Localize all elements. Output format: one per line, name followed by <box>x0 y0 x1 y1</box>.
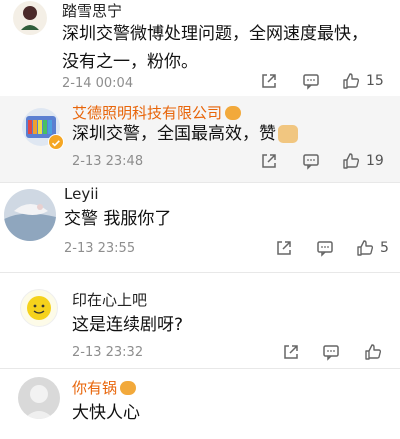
comment-item: 你有锅 大快人心 <box>0 368 400 439</box>
comment-button[interactable] <box>322 343 340 361</box>
like-count: 5 <box>380 240 389 256</box>
comment-icon <box>303 74 319 90</box>
comment-text: 交警 我服你了 <box>64 209 172 229</box>
share-icon <box>262 154 276 168</box>
user-avatar[interactable] <box>20 289 58 327</box>
share-icon <box>277 241 291 255</box>
vip-crown-icon <box>120 380 137 395</box>
like-icon <box>365 344 382 360</box>
comment-time: 2-13 23:48 <box>72 154 144 169</box>
comment-time: 2-14 00:04 <box>62 76 134 91</box>
user-avatar[interactable] <box>12 0 48 36</box>
comment-text: 深圳交警，全国最高效，赞 <box>72 120 382 148</box>
comment-text: 大快人心 <box>72 403 140 423</box>
share-button[interactable] <box>260 152 278 170</box>
comment-icon <box>323 345 339 361</box>
like-button[interactable] <box>364 343 382 361</box>
username[interactable]: 你有锅 <box>72 377 137 398</box>
user-avatar[interactable] <box>18 377 60 419</box>
share-button[interactable] <box>260 72 278 90</box>
like-button[interactable]: 19 <box>342 152 384 170</box>
share-icon <box>262 74 276 88</box>
like-count: 15 <box>366 73 384 89</box>
user-avatar[interactable] <box>4 189 56 241</box>
username-text: 你有锅 <box>72 379 118 397</box>
comment-button[interactable] <box>302 152 320 170</box>
thumbs-up-emoji-icon <box>278 125 298 143</box>
like-count: 19 <box>366 153 384 169</box>
like-icon <box>343 153 360 169</box>
username[interactable]: Leyii <box>64 185 99 203</box>
username[interactable]: 印在心上吧 <box>72 289 147 310</box>
comment-text: 深圳交警微博处理问题，全网速度最快，没有之一，粉你。 <box>62 24 368 72</box>
like-button[interactable]: 15 <box>342 72 384 90</box>
like-button[interactable]: 5 <box>356 239 389 257</box>
username[interactable]: 踏雪思宁 <box>62 0 122 21</box>
comment-item: 艾德照明科技有限公司 深圳交警，全国最高效，赞 2-13 23:48 19 <box>0 96 400 182</box>
comment-item: 踏雪思宁 深圳交警微博处理问题，全网速度最快，没有之一，粉你。 2-14 00:… <box>0 0 400 96</box>
comment-item: 印在心上吧 这是连续剧呀? 2-13 23:32 <box>0 272 400 369</box>
comment-button[interactable] <box>302 72 320 90</box>
share-button[interactable] <box>282 343 300 361</box>
vip-crown-icon <box>225 105 242 120</box>
like-icon <box>357 240 374 256</box>
comment-item: Leyii 交警 我服你了 2-13 23:55 5 <box>0 182 400 273</box>
comment-button[interactable] <box>316 239 334 257</box>
comment-icon <box>303 154 319 170</box>
verified-badge-icon <box>48 134 64 150</box>
comment-time: 2-13 23:32 <box>72 345 144 360</box>
comment-time: 2-13 23:55 <box>64 241 136 256</box>
share-icon <box>284 345 298 359</box>
comment-text-content: 深圳交警，全国最高效，赞 <box>72 124 276 144</box>
comment-icon <box>317 241 333 257</box>
like-icon <box>343 73 360 89</box>
share-button[interactable] <box>275 239 293 257</box>
comment-text: 这是连续剧呀? <box>72 315 184 335</box>
